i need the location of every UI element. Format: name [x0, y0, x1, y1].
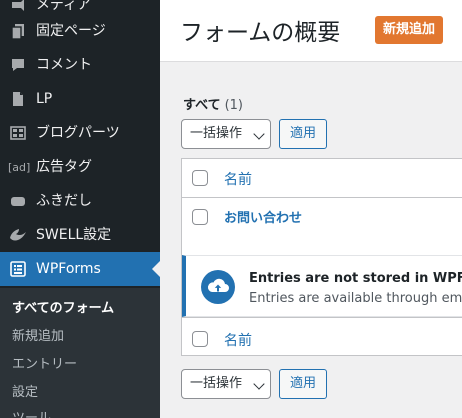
chevron-down-icon	[246, 120, 270, 148]
sidebar-item-swell-settings[interactable]: SWELL設定	[0, 218, 160, 252]
status-filter: すべて (1)	[183, 94, 243, 113]
select-all-checkbox[interactable]	[192, 170, 208, 186]
sidebar-item-label: LP	[36, 91, 53, 107]
submenu-entries[interactable]: エントリー	[12, 356, 77, 374]
sidebar-item-label: 固定ページ	[36, 23, 106, 39]
main-content: フォームの概要 新規追加 すべて (1) 一括操作 適用 名前 お問い合わせ E…	[160, 0, 462, 418]
sidebar-item-label: ブログパーツ	[36, 125, 120, 141]
comments-icon	[8, 55, 28, 75]
lite-entries-notice: Entries are not stored in WPForms Lite E…	[182, 255, 462, 317]
balloon-icon	[8, 191, 28, 211]
row-checkbox[interactable]	[192, 209, 208, 225]
swell-icon	[8, 225, 28, 245]
bulk-action-select-bottom[interactable]: 一括操作	[181, 369, 271, 399]
svg-text:[ad]: [ad]	[8, 161, 30, 174]
sidebar-item-blog-parts[interactable]: ブログパーツ	[0, 116, 160, 150]
tablenav-bottom: 一括操作 適用	[181, 369, 462, 399]
select-all-checkbox-footer[interactable]	[192, 331, 208, 347]
bulk-action-select[interactable]: 一括操作	[181, 119, 271, 149]
form-title-link[interactable]: お問い合わせ	[224, 207, 302, 226]
pages-icon	[8, 21, 28, 41]
table-footer-row: 名前	[182, 318, 462, 356]
sidebar-item-lp[interactable]: LP	[0, 82, 160, 116]
cloud-upload-icon	[201, 270, 235, 304]
add-new-button[interactable]: 新規追加	[375, 16, 444, 44]
apply-button[interactable]: 適用	[279, 119, 328, 149]
notice-text: Entries are available through email noti…	[249, 291, 462, 306]
sidebar-item-label: WPForms	[36, 261, 101, 277]
bulk-action-label: 一括操作	[190, 126, 243, 141]
apply-button-bottom[interactable]: 適用	[279, 369, 328, 399]
tablenav-top: 一括操作 適用	[181, 119, 462, 149]
page-title: フォームの概要	[180, 20, 341, 46]
filter-all-count: (1)	[224, 98, 243, 113]
table-header-row: 名前	[182, 159, 462, 197]
wpforms-icon	[8, 259, 28, 279]
sidebar-item-balloon[interactable]: ふきだし	[0, 184, 160, 218]
submenu-all-forms[interactable]: すべてのフォーム	[12, 300, 114, 318]
admin-sidebar: メディア 固定ページ コメント LP ブログパーツ [ad] 広告タグ ふきだし…	[0, 0, 160, 418]
column-footer-name[interactable]: 名前	[224, 330, 252, 350]
media-icon	[8, 0, 28, 15]
table-row: お問い合わせ	[182, 198, 462, 238]
ad-icon: [ad]	[8, 157, 30, 177]
notice-title: Entries are not stored in WPForms Lite	[249, 271, 462, 286]
column-header-name[interactable]: 名前	[224, 169, 252, 189]
sidebar-item-label: 広告タグ	[36, 159, 92, 175]
chevron-down-icon	[246, 370, 270, 398]
wpforms-submenu: すべてのフォーム 新規追加 エントリー 設定 ツール	[0, 288, 160, 418]
forms-table: 名前 お問い合わせ Entries are not stored in WPFo…	[181, 158, 462, 356]
grid-icon	[8, 123, 28, 143]
sidebar-item-wpforms[interactable]: WPForms	[0, 252, 160, 286]
submenu-settings[interactable]: 設定	[12, 384, 38, 402]
sidebar-item-label: コメント	[36, 57, 92, 73]
bulk-action-label: 一括操作	[190, 376, 243, 391]
submenu-tools[interactable]: ツール	[12, 410, 51, 418]
sidebar-item-ad-tags[interactable]: [ad] 広告タグ	[0, 150, 160, 184]
page-header: フォームの概要 新規追加	[160, 0, 462, 62]
submenu-add-new[interactable]: 新規追加	[12, 328, 64, 346]
document-icon	[8, 89, 28, 109]
sidebar-item-label: SWELL設定	[36, 227, 112, 243]
sidebar-item-label: ふきだし	[36, 193, 92, 209]
filter-all-link[interactable]: すべて	[183, 98, 221, 113]
sidebar-item-comments[interactable]: コメント	[0, 48, 160, 82]
sidebar-item-label: メディア	[36, 0, 92, 13]
sidebar-item-pages[interactable]: 固定ページ	[0, 14, 160, 48]
